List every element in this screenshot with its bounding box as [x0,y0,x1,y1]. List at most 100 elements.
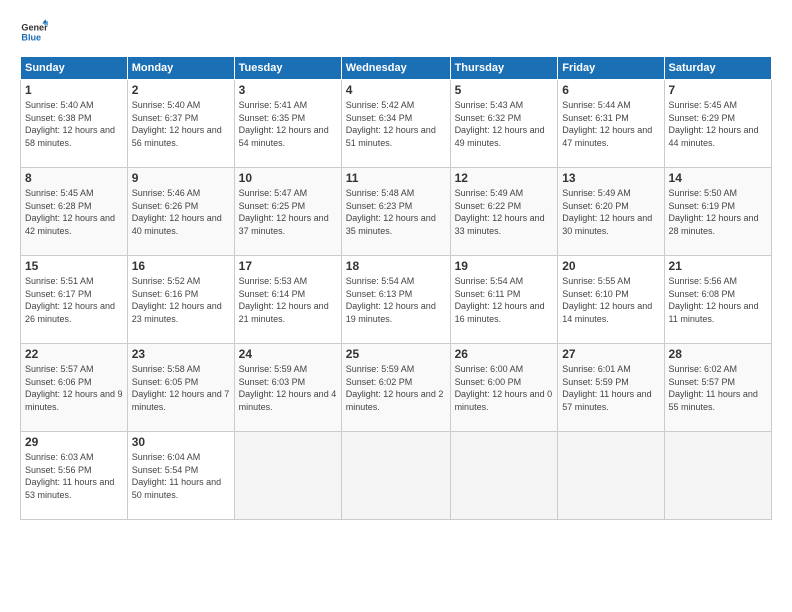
day-info: Sunrise: 5:47 AM Sunset: 6:25 PM Dayligh… [239,187,337,237]
table-row: 6 Sunrise: 5:44 AM Sunset: 6:31 PM Daylig… [558,80,664,168]
day-info: Sunrise: 5:49 AM Sunset: 6:22 PM Dayligh… [455,187,554,237]
table-row: 29 Sunrise: 6:03 AM Sunset: 5:56 PM Dayli… [21,432,128,520]
calendar-week-row: 29 Sunrise: 6:03 AM Sunset: 5:56 PM Dayli… [21,432,772,520]
day-number: 16 [132,259,230,273]
day-number: 19 [455,259,554,273]
calendar-week-row: 15 Sunrise: 5:51 AM Sunset: 6:17 PM Dayli… [21,256,772,344]
day-info: Sunrise: 5:43 AM Sunset: 6:32 PM Dayligh… [455,99,554,149]
col-wednesday: Wednesday [341,57,450,80]
day-info: Sunrise: 6:03 AM Sunset: 5:56 PM Dayligh… [25,451,123,501]
day-info: Sunrise: 5:42 AM Sunset: 6:34 PM Dayligh… [346,99,446,149]
day-info: Sunrise: 5:58 AM Sunset: 6:05 PM Dayligh… [132,363,230,413]
table-row: 30 Sunrise: 6:04 AM Sunset: 5:54 PM Dayli… [127,432,234,520]
day-number: 13 [562,171,659,185]
day-number: 18 [346,259,446,273]
table-row [558,432,664,520]
col-tuesday: Tuesday [234,57,341,80]
day-info: Sunrise: 5:45 AM Sunset: 6:29 PM Dayligh… [669,99,767,149]
day-number: 9 [132,171,230,185]
col-sunday: Sunday [21,57,128,80]
calendar-week-row: 22Sunrise: 5:57 AM Sunset: 6:06 PM Dayli… [21,344,772,432]
table-row: 10Sunrise: 5:47 AM Sunset: 6:25 PM Dayli… [234,168,341,256]
day-number: 26 [455,347,554,361]
calendar-week-row: 8 Sunrise: 5:45 AM Sunset: 6:28 PM Daylig… [21,168,772,256]
page: General Blue Sunday Monday Tuesday Wedne… [0,0,792,612]
day-number: 17 [239,259,337,273]
day-info: Sunrise: 5:41 AM Sunset: 6:35 PM Dayligh… [239,99,337,149]
day-number: 29 [25,435,123,449]
day-number: 25 [346,347,446,361]
table-row: 27 Sunrise: 6:01 AM Sunset: 5:59 PM Dayli… [558,344,664,432]
table-row: 26Sunrise: 6:00 AM Sunset: 6:00 PM Dayli… [450,344,558,432]
day-number: 4 [346,83,446,97]
day-info: Sunrise: 5:50 AM Sunset: 6:19 PM Dayligh… [669,187,767,237]
day-info: Sunrise: 6:04 AM Sunset: 5:54 PM Dayligh… [132,451,230,501]
day-number: 12 [455,171,554,185]
day-info: Sunrise: 5:51 AM Sunset: 6:17 PM Dayligh… [25,275,123,325]
day-number: 11 [346,171,446,185]
day-info: Sunrise: 5:48 AM Sunset: 6:23 PM Dayligh… [346,187,446,237]
day-number: 15 [25,259,123,273]
header: General Blue [20,18,772,46]
day-number: 21 [669,259,767,273]
table-row: 3 Sunrise: 5:41 AM Sunset: 6:35 PM Daylig… [234,80,341,168]
day-number: 27 [562,347,659,361]
day-number: 6 [562,83,659,97]
day-number: 14 [669,171,767,185]
col-monday: Monday [127,57,234,80]
table-row: 23 Sunrise: 5:58 AM Sunset: 6:05 PM Dayli… [127,344,234,432]
day-info: Sunrise: 5:44 AM Sunset: 6:31 PM Dayligh… [562,99,659,149]
table-row: 5 Sunrise: 5:43 AM Sunset: 6:32 PM Daylig… [450,80,558,168]
table-row: 8 Sunrise: 5:45 AM Sunset: 6:28 PM Daylig… [21,168,128,256]
logo: General Blue [20,18,48,46]
day-info: Sunrise: 5:40 AM Sunset: 6:37 PM Dayligh… [132,99,230,149]
day-number: 3 [239,83,337,97]
day-info: Sunrise: 5:52 AM Sunset: 6:16 PM Dayligh… [132,275,230,325]
table-row: 2Sunrise: 5:40 AM Sunset: 6:37 PM Daylig… [127,80,234,168]
day-number: 7 [669,83,767,97]
table-row [341,432,450,520]
table-row: 18 Sunrise: 5:54 AM Sunset: 6:13 PM Dayli… [341,256,450,344]
day-info: Sunrise: 6:02 AM Sunset: 5:57 PM Dayligh… [669,363,767,413]
col-friday: Friday [558,57,664,80]
table-row: 28 Sunrise: 6:02 AM Sunset: 5:57 PM Dayli… [664,344,771,432]
day-info: Sunrise: 5:59 AM Sunset: 6:03 PM Dayligh… [239,363,337,413]
day-info: Sunrise: 5:45 AM Sunset: 6:28 PM Dayligh… [25,187,123,237]
table-row: 17 Sunrise: 5:53 AM Sunset: 6:14 PM Dayli… [234,256,341,344]
table-row: 19 Sunrise: 5:54 AM Sunset: 6:11 PM Dayli… [450,256,558,344]
table-row: 14 Sunrise: 5:50 AM Sunset: 6:19 PM Dayli… [664,168,771,256]
svg-text:General: General [21,23,48,33]
day-number: 28 [669,347,767,361]
table-row: 21Sunrise: 5:56 AM Sunset: 6:08 PM Dayli… [664,256,771,344]
col-saturday: Saturday [664,57,771,80]
day-number: 5 [455,83,554,97]
table-row: 24 Sunrise: 5:59 AM Sunset: 6:03 PM Dayli… [234,344,341,432]
table-row: 12 Sunrise: 5:49 AM Sunset: 6:22 PM Dayli… [450,168,558,256]
day-number: 20 [562,259,659,273]
table-row: 22Sunrise: 5:57 AM Sunset: 6:06 PM Dayli… [21,344,128,432]
svg-text:Blue: Blue [21,32,41,42]
table-row: 11 Sunrise: 5:48 AM Sunset: 6:23 PM Dayli… [341,168,450,256]
table-row: 1 Sunrise: 5:40 AM Sunset: 6:38 PM Daylig… [21,80,128,168]
table-row [234,432,341,520]
day-info: Sunrise: 5:57 AM Sunset: 6:06 PM Dayligh… [25,363,123,413]
table-row: 20Sunrise: 5:55 AM Sunset: 6:10 PM Dayli… [558,256,664,344]
calendar-header-row: Sunday Monday Tuesday Wednesday Thursday… [21,57,772,80]
day-info: Sunrise: 5:54 AM Sunset: 6:13 PM Dayligh… [346,275,446,325]
day-info: Sunrise: 6:01 AM Sunset: 5:59 PM Dayligh… [562,363,659,413]
day-number: 23 [132,347,230,361]
table-row [664,432,771,520]
table-row: 7 Sunrise: 5:45 AM Sunset: 6:29 PM Daylig… [664,80,771,168]
day-info: Sunrise: 5:53 AM Sunset: 6:14 PM Dayligh… [239,275,337,325]
day-number: 30 [132,435,230,449]
table-row: 13Sunrise: 5:49 AM Sunset: 6:20 PM Dayli… [558,168,664,256]
day-number: 1 [25,83,123,97]
day-info: Sunrise: 5:54 AM Sunset: 6:11 PM Dayligh… [455,275,554,325]
day-info: Sunrise: 5:40 AM Sunset: 6:38 PM Dayligh… [25,99,123,149]
calendar-week-row: 1 Sunrise: 5:40 AM Sunset: 6:38 PM Daylig… [21,80,772,168]
table-row: 25Sunrise: 5:59 AM Sunset: 6:02 PM Dayli… [341,344,450,432]
table-row [450,432,558,520]
day-info: Sunrise: 5:46 AM Sunset: 6:26 PM Dayligh… [132,187,230,237]
day-number: 24 [239,347,337,361]
day-number: 8 [25,171,123,185]
